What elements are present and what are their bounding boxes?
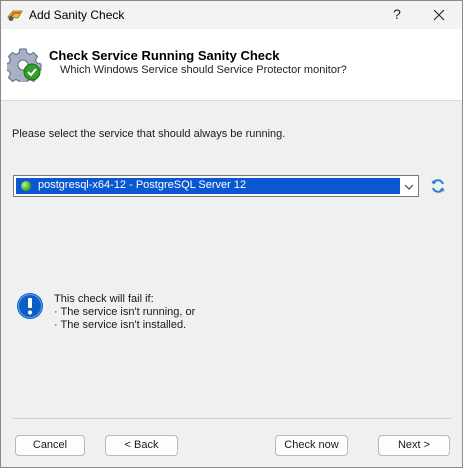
footer-divider <box>13 418 451 419</box>
cancel-button[interactable]: Cancel <box>15 435 85 456</box>
next-button[interactable]: Next > <box>378 435 450 456</box>
instruction-text: Please select the service that should al… <box>12 128 286 140</box>
header-title: Check Service Running Sanity Check <box>49 48 280 63</box>
service-dropdown[interactable]: postgresql-x64-12 - PostgreSQL Server 12 <box>13 175 419 197</box>
info-icon <box>16 292 44 320</box>
info-line: · The service isn't running, or <box>54 306 196 318</box>
check-now-button[interactable]: Check now <box>275 435 348 456</box>
title-bar: Add Sanity Check ? <box>1 1 462 29</box>
refresh-icon[interactable] <box>429 177 447 195</box>
close-icon[interactable] <box>429 5 449 25</box>
chevron-down-icon[interactable] <box>403 181 415 191</box>
running-status-icon <box>21 181 31 191</box>
gear-check-icon <box>4 46 43 86</box>
back-button[interactable]: < Back <box>105 435 178 456</box>
wizard-header: Check Service Running Sanity Check Which… <box>1 29 462 101</box>
info-line: · The service isn't installed. <box>54 319 187 331</box>
selected-service-label: postgresql-x64-12 - PostgreSQL Server 12 <box>38 179 247 191</box>
info-heading: This check will fail if: <box>54 293 154 305</box>
app-icon <box>7 8 23 22</box>
help-button[interactable]: ? <box>389 6 405 24</box>
window-title: Add Sanity Check <box>29 8 125 22</box>
header-subtitle: Which Windows Service should Service Pro… <box>60 64 347 76</box>
selected-service: postgresql-x64-12 - PostgreSQL Server 12 <box>16 178 400 194</box>
dialog-window: Add Sanity Check ? Check Service Running… <box>0 0 463 468</box>
